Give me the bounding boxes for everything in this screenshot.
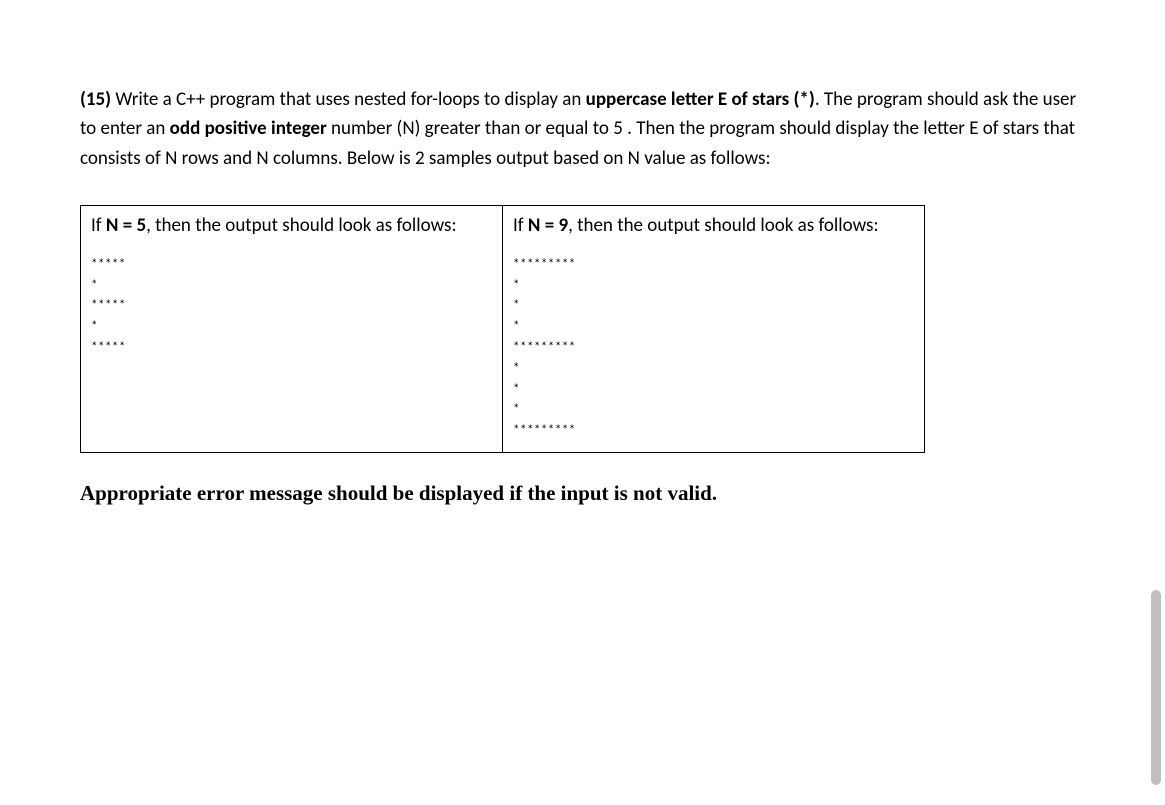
table-row: If N = 5, then the output should look as… (81, 206, 925, 453)
question-text: (15) Write a C++ program that uses neste… (80, 85, 1085, 173)
document-page: (15) Write a C++ program that uses neste… (0, 0, 1165, 546)
star-output-right: ********* * * * ********* * * * ********… (513, 255, 914, 442)
scrollbar-track[interactable] (1149, 0, 1163, 805)
example-cell-left: If N = 5, then the output should look as… (81, 206, 503, 453)
example-header-left: If N = 5, then the output should look as… (91, 212, 492, 241)
star-output-left: ***** * ***** * ***** (91, 255, 492, 359)
error-note: Appropriate error message should be disp… (80, 481, 1085, 506)
question-bold-2: odd positive integer (170, 117, 327, 140)
examples-table: If N = 5, then the output should look as… (80, 205, 925, 453)
example-header-bold: N = 9 (528, 214, 568, 237)
example-header-right: If N = 9, then the output should look as… (513, 212, 914, 241)
example-header-bold: N = 5 (106, 214, 146, 237)
question-bold-1: uppercase letter E of stars (*) (586, 88, 815, 111)
question-segment-1: Write a C++ program that uses nested for… (111, 88, 586, 111)
example-header-suffix: , then the output should look as follows… (146, 214, 456, 237)
question-number: (15) (80, 88, 111, 111)
example-header-suffix: , then the output should look as follows… (568, 214, 878, 237)
example-header-prefix: If (91, 214, 106, 237)
example-header-prefix: If (513, 214, 528, 237)
scrollbar-thumb[interactable] (1151, 590, 1161, 785)
example-cell-right: If N = 9, then the output should look as… (503, 206, 925, 453)
